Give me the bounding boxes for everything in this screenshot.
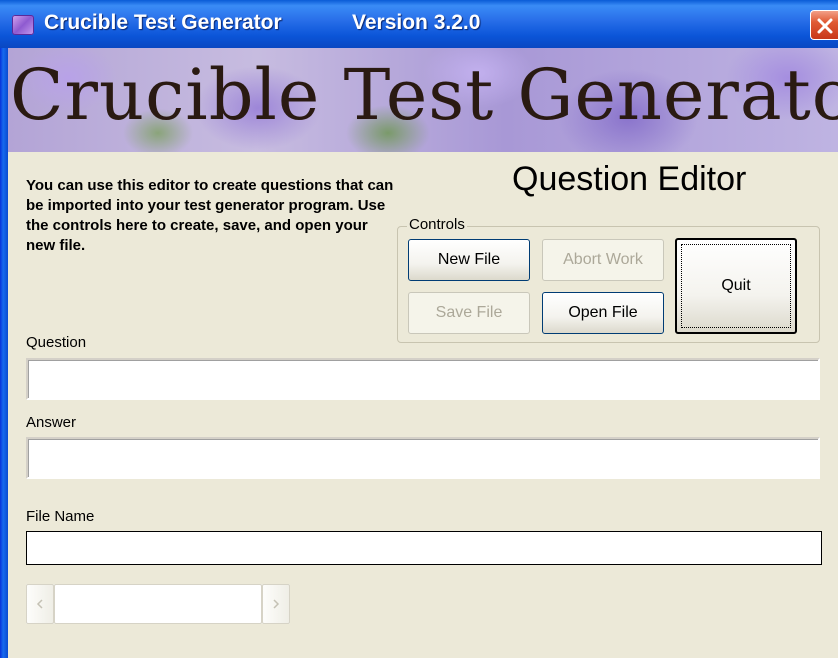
controls-group-label: Controls [407, 216, 467, 233]
answer-label: Answer [26, 414, 77, 431]
editor-description: You can use this editor to create questi… [26, 177, 394, 254]
close-icon [817, 18, 833, 34]
banner-image: Crucible Test Generator [8, 48, 838, 152]
window-border-left [0, 0, 8, 658]
answer-field[interactable] [26, 437, 820, 479]
quit-button[interactable]: Quit [675, 238, 797, 334]
page-title: Question Editor [512, 160, 747, 198]
banner-title: Crucible Test Generator [10, 54, 838, 136]
abort-work-button[interactable]: Abort Work [542, 239, 664, 281]
horizontal-scrollbar[interactable] [26, 584, 290, 624]
new-file-button[interactable]: New File [408, 239, 530, 281]
file-name-label: File Name [26, 508, 95, 525]
scrollbar-thumb[interactable] [54, 584, 262, 624]
window-title: Crucible Test Generator [44, 11, 282, 34]
abort-work-button-label: Abort Work [563, 251, 643, 268]
file-name-field[interactable] [26, 531, 822, 565]
new-file-button-label: New File [437, 251, 501, 268]
question-field[interactable] [26, 358, 820, 400]
focus-rectangle [681, 244, 791, 328]
scroll-left-button[interactable] [26, 584, 54, 624]
scroll-right-button[interactable] [262, 584, 290, 624]
question-label: Question [26, 334, 87, 351]
open-file-button[interactable]: Open File [542, 292, 664, 334]
arrow-left-icon [36, 599, 43, 609]
title-bar[interactable]: Crucible Test Generator Version 3.2.0 [0, 0, 838, 48]
close-button[interactable] [810, 10, 838, 40]
window-version: Version 3.2.0 [352, 11, 481, 34]
app-icon[interactable] [12, 15, 34, 35]
main-window: Crucible Test Generator Version 3.2.0 Cr… [0, 0, 838, 658]
open-file-button-label: Open File [568, 304, 638, 321]
save-file-button-label: Save File [435, 304, 503, 321]
arrow-right-icon [273, 599, 280, 609]
save-file-button[interactable]: Save File [408, 292, 530, 334]
